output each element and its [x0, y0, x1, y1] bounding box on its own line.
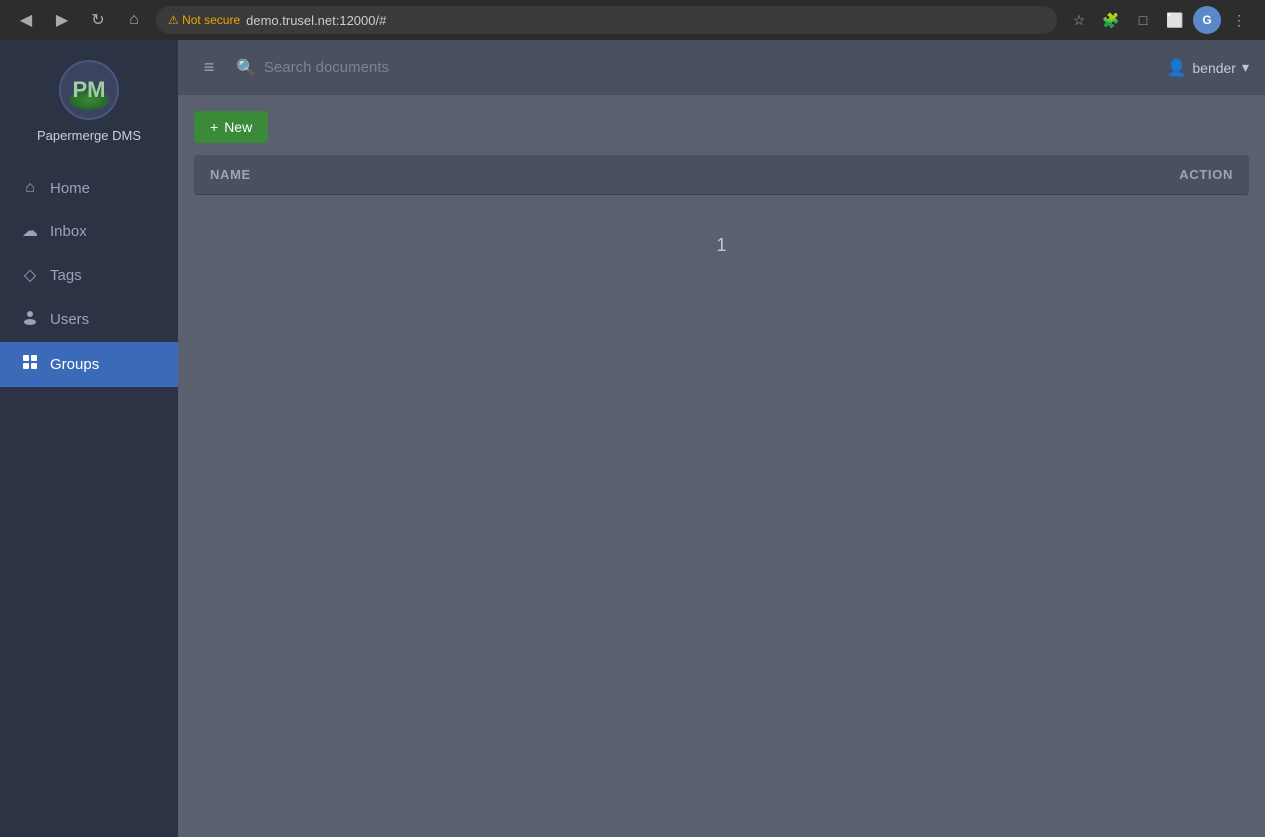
- dropdown-icon: ▾: [1242, 59, 1249, 76]
- logo-circle: PM: [59, 60, 119, 120]
- star-button[interactable]: ☆: [1065, 6, 1093, 34]
- search-input[interactable]: [264, 59, 1155, 76]
- extension1-button[interactable]: 🧩: [1097, 6, 1125, 34]
- tags-icon: ◇: [20, 265, 40, 285]
- sidebar-toggle-button[interactable]: ⬜: [1161, 6, 1189, 34]
- pagination-indicator: 1: [194, 195, 1249, 256]
- sidebar: PM Papermerge DMS ⌂ Home ☁ Inbox ◇ Tags: [0, 40, 178, 837]
- address-bar[interactable]: ⚠ Not secure demo.trusel.net:12000/#: [156, 6, 1057, 34]
- home-icon: ⌂: [20, 179, 40, 197]
- browser-actions: ☆ 🧩 □ ⬜ G ⋮: [1065, 6, 1253, 34]
- reload-button[interactable]: ↻: [84, 6, 112, 34]
- name-column-header: NAME: [194, 155, 679, 195]
- browser-menu-button[interactable]: ⋮: [1225, 6, 1253, 34]
- extension2-button[interactable]: □: [1129, 6, 1157, 34]
- main-header: ≡ 🔍 👤 bender ▾: [178, 40, 1265, 95]
- users-icon: [20, 309, 40, 330]
- sidebar-item-groups-label: Groups: [50, 356, 99, 373]
- logo-initials: PM: [73, 77, 106, 103]
- header-menu-button[interactable]: ≡: [194, 53, 224, 83]
- home-button[interactable]: ⌂: [120, 6, 148, 34]
- content-area: + New NAME ACTION 1: [178, 95, 1265, 837]
- new-button[interactable]: + New: [194, 111, 268, 143]
- table-header-row: NAME ACTION: [194, 155, 1249, 195]
- groups-icon: [20, 354, 40, 375]
- sidebar-item-users-label: Users: [50, 311, 89, 328]
- app-name: Papermerge DMS: [37, 128, 141, 143]
- sidebar-item-users[interactable]: Users: [0, 297, 178, 342]
- sidebar-item-home-label: Home: [50, 180, 90, 197]
- inbox-icon: ☁: [20, 221, 40, 241]
- sidebar-nav: ⌂ Home ☁ Inbox ◇ Tags Users: [0, 159, 178, 837]
- user-icon: 👤: [1166, 58, 1186, 78]
- main-content: ≡ 🔍 👤 bender ▾ + New: [178, 40, 1265, 837]
- username-label: bender: [1192, 60, 1236, 76]
- data-table: NAME ACTION: [194, 155, 1249, 195]
- search-icon: 🔍: [236, 58, 256, 78]
- sidebar-item-tags-label: Tags: [50, 267, 82, 284]
- table-header: NAME ACTION: [194, 155, 1249, 195]
- app-container: PM Papermerge DMS ⌂ Home ☁ Inbox ◇ Tags: [0, 40, 1265, 837]
- browser-url: demo.trusel.net:12000/#: [246, 13, 386, 28]
- security-warning: ⚠ Not secure: [168, 13, 240, 27]
- sidebar-item-inbox-label: Inbox: [50, 223, 87, 240]
- header-search: 🔍: [236, 58, 1154, 78]
- new-button-icon: +: [210, 119, 218, 135]
- back-button[interactable]: ◀: [12, 6, 40, 34]
- action-column-header: ACTION: [679, 155, 1249, 195]
- browser-chrome: ◀ ▶ ↻ ⌂ ⚠ Not secure demo.trusel.net:120…: [0, 0, 1265, 40]
- table-wrapper: NAME ACTION: [194, 155, 1249, 195]
- sidebar-item-inbox[interactable]: ☁ Inbox: [0, 209, 178, 253]
- new-button-label: New: [224, 119, 252, 135]
- forward-button[interactable]: ▶: [48, 6, 76, 34]
- sidebar-item-groups[interactable]: Groups: [0, 342, 178, 387]
- browser-profile-button[interactable]: G: [1193, 6, 1221, 34]
- sidebar-logo: PM Papermerge DMS: [0, 40, 178, 159]
- sidebar-item-home[interactable]: ⌂ Home: [0, 167, 178, 209]
- hamburger-icon: ≡: [204, 57, 215, 78]
- user-menu[interactable]: 👤 bender ▾: [1166, 58, 1249, 78]
- sidebar-item-tags[interactable]: ◇ Tags: [0, 253, 178, 297]
